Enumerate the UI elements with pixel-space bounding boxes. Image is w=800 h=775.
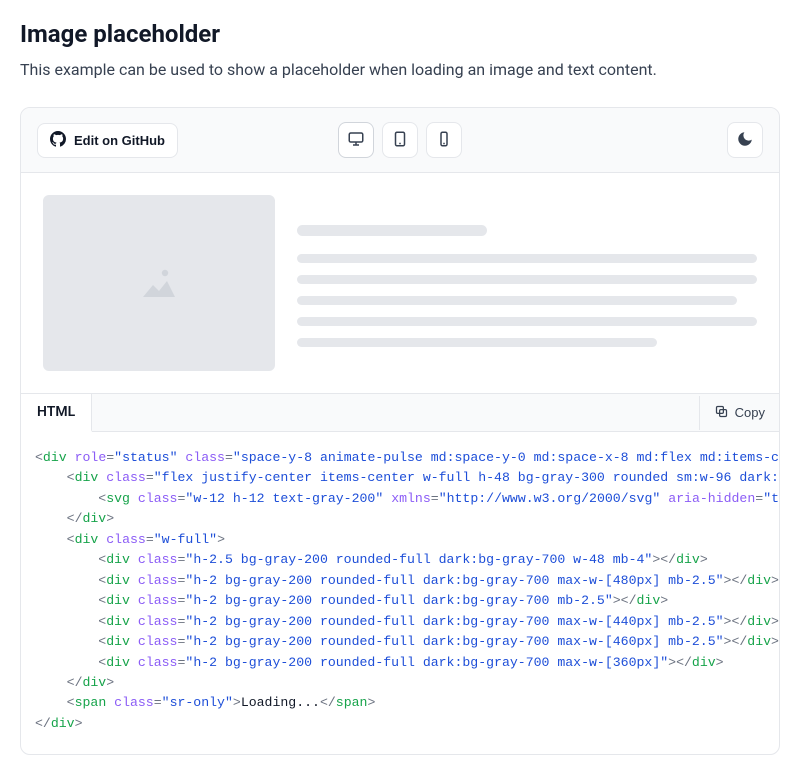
desktop-icon [347, 130, 365, 151]
section-description: This example can be used to show a place… [20, 60, 780, 79]
dark-mode-toggle-button[interactable] [727, 122, 763, 158]
placeholder-line [297, 275, 757, 284]
section-heading: Image placeholder [20, 20, 780, 48]
mobile-icon [435, 130, 453, 151]
placeholder-line [297, 254, 757, 263]
image-icon [135, 257, 183, 309]
moon-icon [736, 130, 754, 151]
preview-area [21, 173, 779, 393]
text-placeholder-lines [297, 195, 757, 347]
code-block: <div role="status" class="space-y-8 anim… [21, 432, 779, 754]
code-tabs-bar: HTML Copy [21, 393, 779, 432]
placeholder-line [297, 338, 657, 347]
placeholder-line [297, 317, 757, 326]
edit-on-github-label: Edit on GitHub [74, 133, 165, 148]
copy-icon [714, 404, 729, 422]
edit-on-github-button[interactable]: Edit on GitHub [37, 123, 178, 158]
example-toolbar: Edit on GitHub [21, 108, 779, 173]
desktop-view-button[interactable] [338, 122, 374, 158]
tablet-icon [391, 130, 409, 151]
tablet-view-button[interactable] [382, 122, 418, 158]
mobile-view-button[interactable] [426, 122, 462, 158]
placeholder-title-line [297, 225, 487, 236]
copy-label: Copy [735, 405, 765, 420]
tab-html[interactable]: HTML [21, 394, 92, 432]
image-placeholder-box [43, 195, 275, 371]
github-icon [50, 131, 66, 150]
copy-button[interactable]: Copy [699, 396, 779, 430]
placeholder-line [297, 296, 737, 305]
example-card: Edit on GitHub [20, 107, 780, 755]
